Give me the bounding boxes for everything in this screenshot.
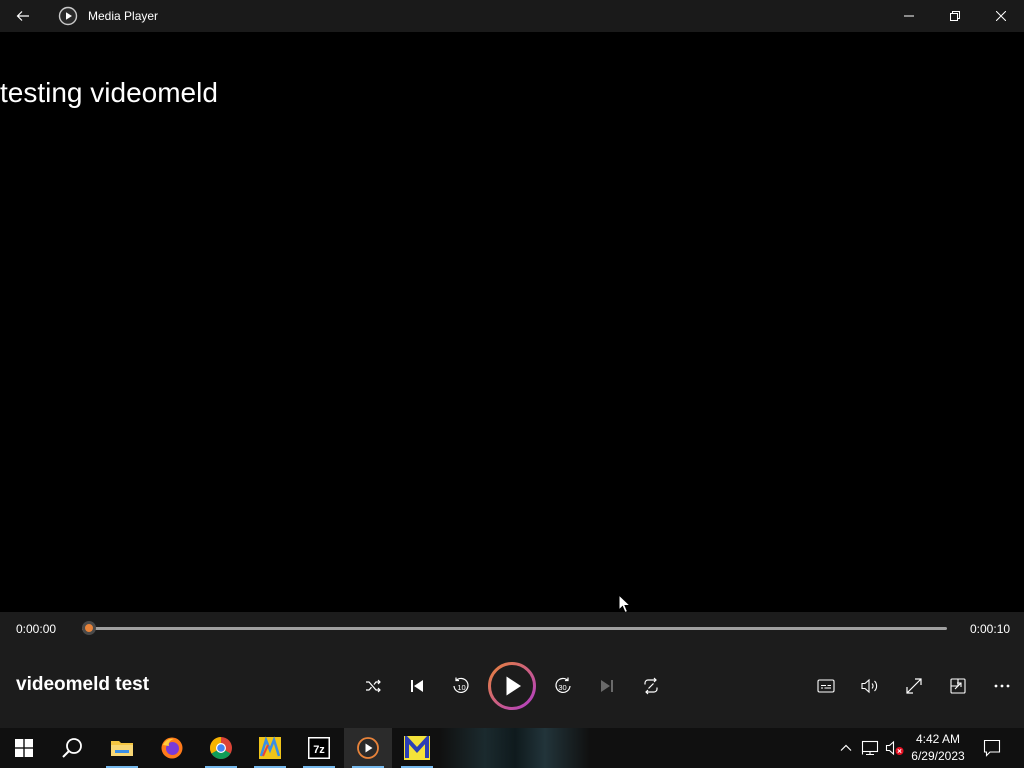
taskbar-chrome[interactable] [197,728,245,768]
close-button[interactable] [978,0,1024,32]
captions-button[interactable] [810,670,842,702]
skip-forward-30-button[interactable]: 30 [547,670,579,702]
media-title: videomeld test [16,674,150,695]
rewind-10-icon: 10 [453,677,469,694]
current-time: 0:00:00 [16,622,57,636]
repeat-button[interactable] [635,670,667,702]
chrome-icon [210,737,232,759]
minimize-button[interactable] [886,0,932,32]
fullscreen-button[interactable] [898,670,930,702]
play-icon [488,662,536,710]
volume-icon [861,678,878,694]
next-button[interactable] [591,670,623,702]
skip-next-icon [601,680,613,692]
rewind-seconds-label: 10 [457,683,465,692]
window-title: Media Player [88,9,159,23]
volume-muted-icon[interactable] [885,739,905,757]
seek-bar-thumb[interactable] [81,621,96,635]
taskbar-app-m[interactable] [246,728,294,768]
close-icon [996,11,1006,21]
mini-player-icon [950,678,966,694]
video-frame-text: testing videomeld [0,77,218,108]
skip-back-10-button[interactable]: 10 [445,670,477,702]
action-center-button[interactable] [980,736,1004,760]
total-time: 0:00:10 [970,622,1011,636]
7zip-icon: 7z [308,737,330,759]
back-arrow-icon [16,11,29,21]
title-bar: Media Player [0,0,1024,32]
restore-icon [950,11,960,21]
search-icon [62,738,82,758]
taskbar-file-explorer[interactable] [98,728,146,768]
media-player-app-icon [58,6,78,26]
notification-icon [983,739,1001,757]
play-button[interactable] [487,661,537,711]
show-hidden-icons-chevron-icon[interactable] [838,740,854,756]
ellipsis-icon [994,684,1010,688]
previous-button[interactable] [401,670,433,702]
taskbar-app-y[interactable] [393,728,441,768]
media-player-icon [357,737,379,759]
taskbar-clock[interactable]: 4:42 AM 6/29/2023 [908,731,968,765]
folder-icon [111,741,133,756]
taskbar-7zip[interactable]: 7z [295,728,343,768]
repeat-icon [644,677,658,695]
playback-controls-panel: 0:00:00 0:00:10 videomeld test 10 30 [0,612,1024,728]
svg-text:7z: 7z [313,744,325,756]
video-area[interactable]: testing videomeld [0,32,1024,612]
taskbar-firefox[interactable] [148,728,196,768]
taskbar-media-player[interactable] [344,728,392,768]
more-options-button[interactable] [986,670,1018,702]
minimize-icon [904,15,914,17]
app-m-icon [259,736,281,759]
back-button[interactable] [0,0,46,32]
mouse-cursor-icon [618,594,632,614]
taskbar: 7z 4:42 AM 6/29/2023 [0,728,1024,768]
firefox-icon [161,737,183,759]
windows-logo-icon [15,739,33,757]
taskbar-wallpaper-glimpse [440,728,590,768]
seek-bar[interactable] [81,621,947,635]
taskbar-search-button[interactable] [48,728,96,768]
mini-player-button[interactable] [942,670,974,702]
skip-previous-icon [411,680,423,692]
subtitles-icon [817,679,835,693]
fullscreen-icon [906,678,922,694]
app-y-icon [404,736,430,760]
shuffle-icon [366,679,381,693]
clock-time: 4:42 AM [915,732,961,746]
forward-seconds-label: 30 [558,683,566,692]
clock-date: 6/29/2023 [911,749,965,763]
volume-button[interactable] [854,670,886,702]
forward-30-icon: 30 [555,677,571,694]
shuffle-button[interactable] [357,670,389,702]
restore-button[interactable] [932,0,978,32]
start-button[interactable] [0,728,48,768]
network-icon[interactable] [861,739,879,757]
